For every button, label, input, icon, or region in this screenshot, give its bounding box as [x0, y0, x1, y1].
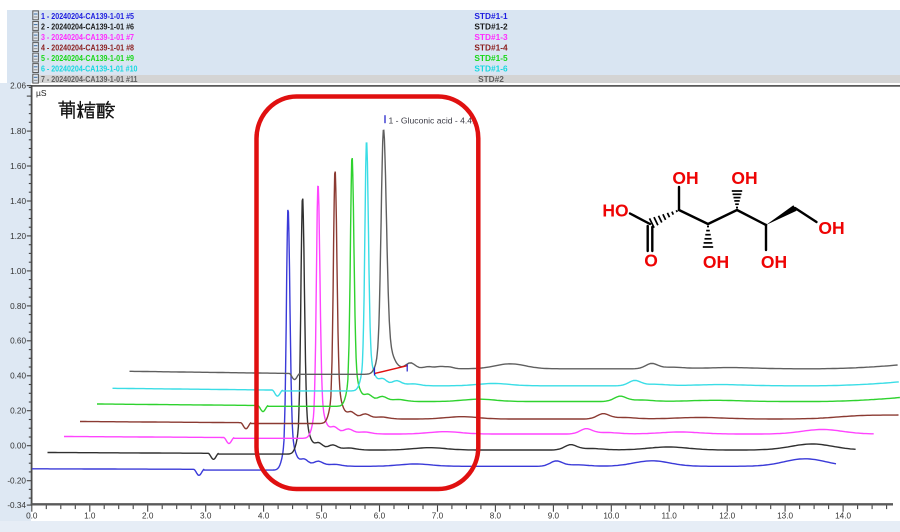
svg-text:HO: HO — [602, 201, 628, 221]
svg-text:STD#1-5: STD#1-5 — [474, 53, 508, 63]
svg-text:STD#1-3: STD#1-3 — [474, 32, 508, 42]
svg-text:1.60: 1.60 — [10, 162, 26, 171]
svg-text:9.0: 9.0 — [548, 512, 560, 521]
svg-text:2.0: 2.0 — [142, 512, 154, 521]
svg-text:2.06: 2.06 — [10, 82, 26, 91]
svg-text:3.0: 3.0 — [200, 512, 212, 521]
svg-text:1.0: 1.0 — [84, 512, 96, 521]
svg-text:3 - 20240204-CA139-1-01 #7: 3 - 20240204-CA139-1-01 #7 — [41, 32, 134, 42]
svg-text:1 - 20240204-CA139-1-01 #5: 1 - 20240204-CA139-1-01 #5 — [41, 11, 134, 21]
svg-text:OH: OH — [818, 218, 844, 238]
svg-text:6.0: 6.0 — [374, 512, 386, 521]
svg-text:7 - 20240204-CA139-1-01 #11: 7 - 20240204-CA139-1-01 #11 — [41, 74, 138, 84]
svg-text:-0.34: -0.34 — [7, 501, 26, 510]
svg-text:1.80: 1.80 — [10, 127, 26, 136]
svg-text:12.0: 12.0 — [719, 512, 735, 521]
svg-text:1.40: 1.40 — [10, 197, 26, 206]
svg-text:2 - 20240204-CA139-1-01 #6: 2 - 20240204-CA139-1-01 #6 — [41, 21, 134, 31]
svg-text:0.80: 0.80 — [10, 302, 26, 311]
svg-text:1.00: 1.00 — [10, 267, 26, 276]
svg-text:OH: OH — [703, 252, 729, 272]
svg-text:11.0: 11.0 — [662, 512, 678, 521]
svg-text:STD#1-4: STD#1-4 — [474, 43, 508, 53]
svg-text:1 - Gluconic acid - 4.41: 1 - Gluconic acid - 4.41 — [389, 115, 478, 125]
svg-text:6 - 20240204-CA139-1-01 #10: 6 - 20240204-CA139-1-01 #10 — [41, 64, 138, 74]
svg-text:OH: OH — [761, 252, 787, 272]
svg-text:STD#1-1: STD#1-1 — [474, 11, 508, 21]
svg-text:STD#2: STD#2 — [478, 74, 504, 84]
svg-text:7.0: 7.0 — [432, 512, 444, 521]
svg-text:OH: OH — [672, 168, 698, 188]
svg-text:0.0: 0.0 — [26, 512, 38, 521]
svg-text:13.0: 13.0 — [777, 512, 793, 521]
svg-text:0.60: 0.60 — [10, 337, 26, 346]
svg-text:1.20: 1.20 — [10, 232, 26, 241]
svg-text:14.0: 14.0 — [835, 512, 851, 521]
svg-text:OH: OH — [731, 168, 757, 188]
svg-text:5.0: 5.0 — [316, 512, 328, 521]
svg-text:4.0: 4.0 — [258, 512, 270, 521]
svg-text:O: O — [644, 251, 658, 271]
svg-text:5 - 20240204-CA139-1-01 #9: 5 - 20240204-CA139-1-01 #9 — [41, 53, 134, 63]
svg-text:4 - 20240204-CA139-1-01 #8: 4 - 20240204-CA139-1-01 #8 — [41, 43, 134, 53]
svg-text:STD#1-2: STD#1-2 — [474, 21, 508, 31]
svg-text:STD#1-6: STD#1-6 — [474, 64, 508, 74]
svg-text:-0.20: -0.20 — [7, 477, 26, 486]
svg-text:0.20: 0.20 — [10, 407, 26, 416]
svg-text:0.00: 0.00 — [10, 442, 26, 451]
svg-text:0.40: 0.40 — [10, 372, 26, 381]
svg-text:8.0: 8.0 — [490, 512, 502, 521]
svg-text:µS: µS — [36, 88, 47, 98]
svg-text:10.0: 10.0 — [603, 512, 619, 521]
